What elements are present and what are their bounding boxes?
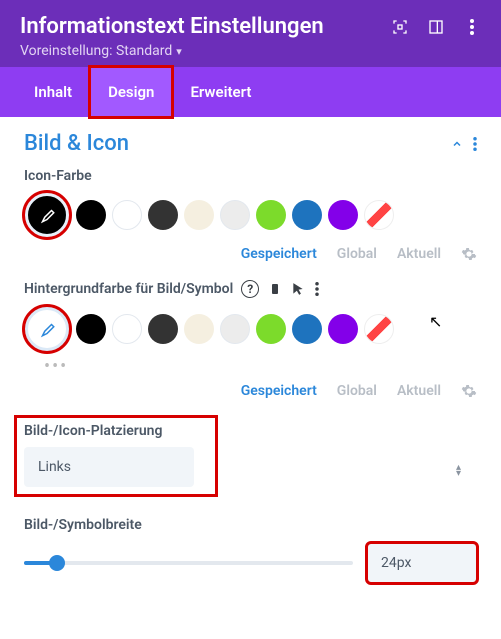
width-label: Bild-/Symbolbreite <box>24 517 477 533</box>
tab-advanced[interactable]: Erweitert <box>172 67 269 117</box>
select-arrows-icon: ▴▾ <box>456 465 461 477</box>
section-menu-icon[interactable] <box>473 137 477 151</box>
swatch[interactable] <box>148 314 178 344</box>
focus-icon[interactable] <box>391 18 409 36</box>
help-icon[interactable]: ? <box>241 280 259 298</box>
status-current[interactable]: Aktuell <box>397 383 441 399</box>
gear-icon[interactable] <box>461 246 477 262</box>
cursor-pointer-icon: ↖ <box>429 312 442 331</box>
swatch[interactable] <box>220 314 250 344</box>
more-dots[interactable]: ••• <box>24 356 477 377</box>
swatch[interactable] <box>184 200 214 230</box>
eyedropper-icon-color[interactable] <box>24 192 70 238</box>
swatch[interactable] <box>112 314 142 344</box>
placement-value: Links <box>38 459 71 475</box>
preset-label: Voreinstellung: Standard <box>20 43 172 59</box>
placement-label: Bild-/Icon-Platzierung <box>24 423 208 439</box>
status-global[interactable]: Global <box>337 383 377 399</box>
width-slider[interactable] <box>24 561 353 565</box>
status-saved[interactable]: Gespeichert <box>241 383 317 399</box>
swatch-transparent[interactable] <box>364 200 394 230</box>
swatch[interactable] <box>112 200 142 230</box>
icon-color-swatches <box>24 192 477 238</box>
swatch[interactable] <box>220 200 250 230</box>
cursor-icon[interactable] <box>291 281 305 297</box>
preset-dropdown[interactable]: Voreinstellung: Standard ▾ <box>20 43 182 59</box>
eyedropper-bg-color[interactable] <box>24 306 70 352</box>
bg-color-swatches <box>24 306 477 352</box>
tab-content[interactable]: Inhalt <box>16 67 90 117</box>
status-current[interactable]: Aktuell <box>397 246 441 262</box>
icon-color-label: Icon-Farbe <box>24 168 477 184</box>
swatch[interactable] <box>184 314 214 344</box>
tab-design[interactable]: Design <box>90 67 172 117</box>
caret-down-icon: ▾ <box>176 45 182 58</box>
swatch[interactable] <box>76 200 106 230</box>
panel-title: Informationstext Einstellungen <box>20 14 324 39</box>
panel-header: Informationstext Einstellungen Voreinste… <box>0 0 501 67</box>
status-saved[interactable]: Gespeichert <box>241 246 317 262</box>
content-area: Bild & Icon Icon-Farbe Gespeichert Globa… <box>0 117 501 607</box>
swatch[interactable] <box>328 314 358 344</box>
placement-select[interactable]: Links <box>24 447 194 487</box>
swatch[interactable] <box>292 200 322 230</box>
swatch[interactable] <box>292 314 322 344</box>
layout-icon[interactable] <box>427 18 445 36</box>
more-icon[interactable] <box>315 282 319 296</box>
swatch[interactable] <box>328 200 358 230</box>
collapse-icon[interactable] <box>451 138 463 150</box>
swatch[interactable] <box>76 314 106 344</box>
bg-color-label: Hintergrundfarbe für Bild/Symbol <box>24 281 233 297</box>
kebab-menu-icon[interactable] <box>463 18 481 36</box>
section-title: Bild & Icon <box>24 131 129 156</box>
tab-bar: Inhalt Design Erweitert <box>0 67 501 117</box>
swatch[interactable] <box>148 200 178 230</box>
slider-thumb[interactable] <box>49 555 65 571</box>
status-global[interactable]: Global <box>337 246 377 262</box>
swatch[interactable] <box>256 200 286 230</box>
swatch-transparent[interactable] <box>364 314 394 344</box>
swatch[interactable] <box>256 314 286 344</box>
mobile-icon[interactable] <box>269 280 281 298</box>
gear-icon[interactable] <box>461 383 477 399</box>
width-input[interactable] <box>367 543 477 583</box>
